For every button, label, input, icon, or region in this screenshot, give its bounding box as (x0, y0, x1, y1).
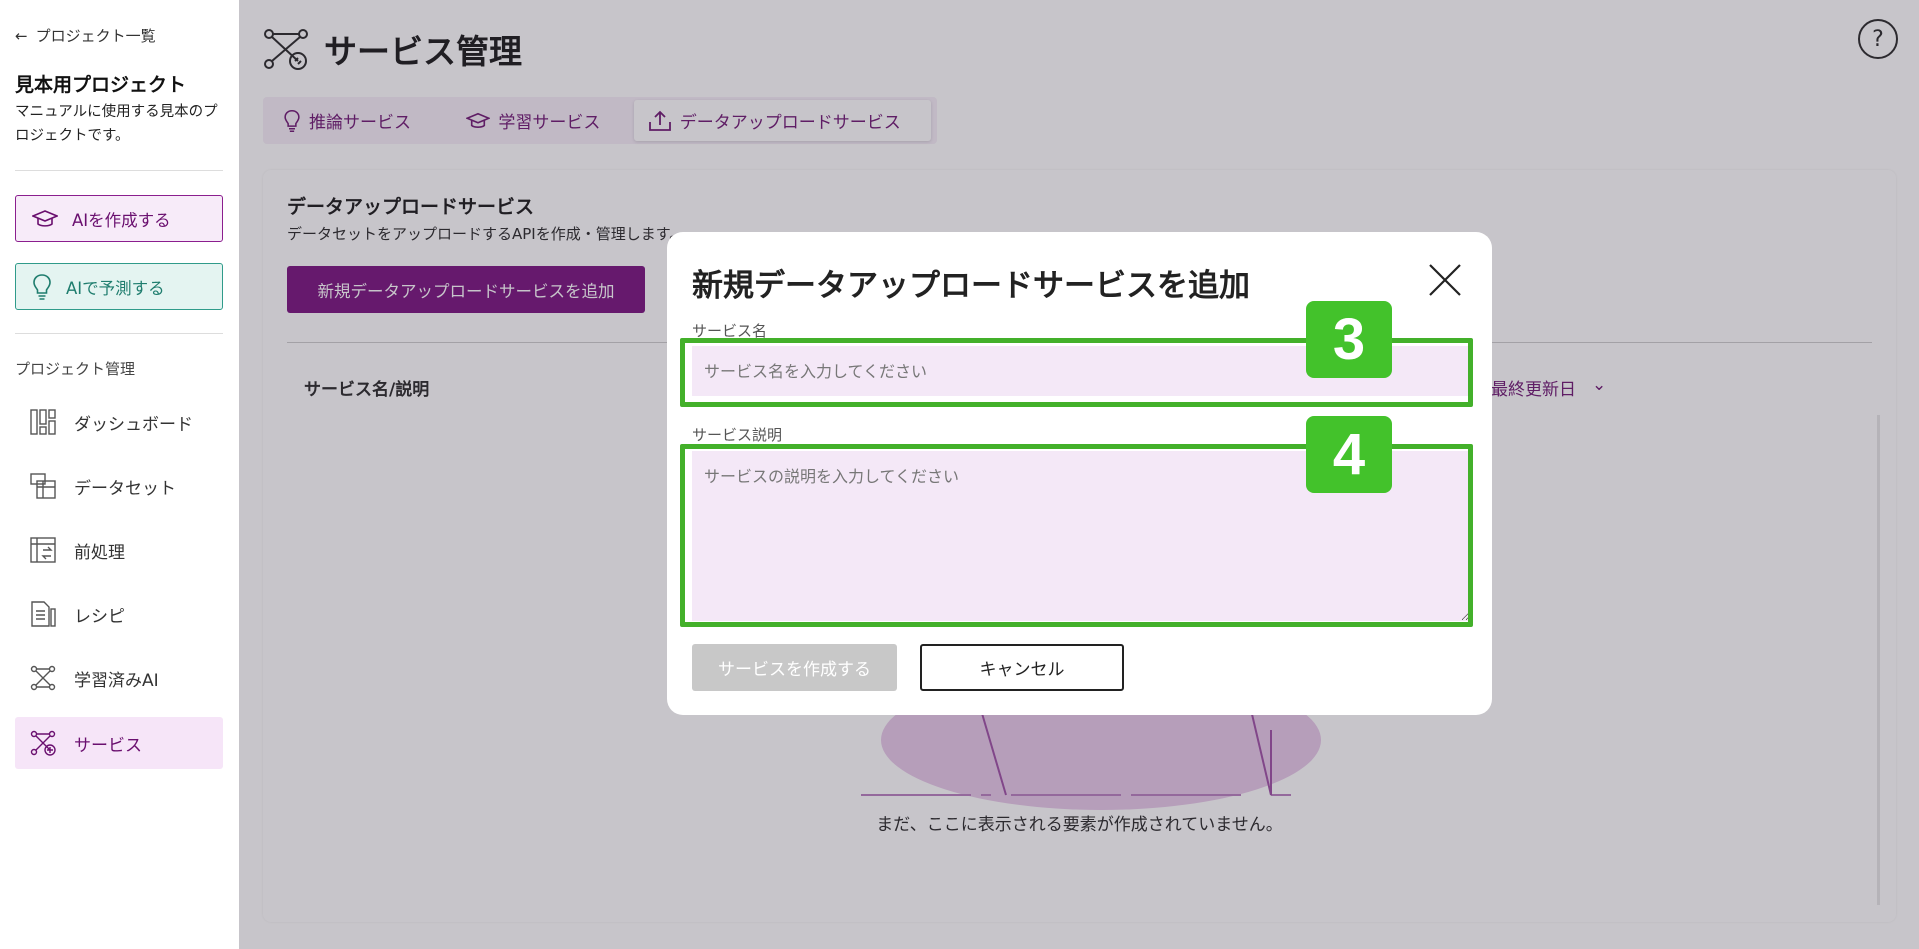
lightbulb-icon (33, 273, 51, 300)
service-description-label: サービス説明 (692, 426, 783, 444)
dashboard-icon (28, 407, 58, 437)
create-service-button[interactable]: サービスを作成する (692, 644, 897, 691)
sidebar-divider (15, 333, 223, 334)
sidebar-item-dashboard[interactable]: ダッシュボード (15, 396, 223, 448)
service-name-label: サービス名 (692, 322, 768, 340)
sidebar-divider (15, 170, 223, 171)
step-badge-4: 4 (1306, 416, 1392, 493)
sidebar-item-label: 学習済みAI (74, 670, 159, 691)
predict-ai-label: AIで予測する (66, 278, 165, 298)
project-description: マニュアルに使用する見本のプロジェクトです。 (15, 104, 218, 144)
preprocess-icon (28, 535, 58, 565)
step-badge-3: 3 (1306, 301, 1392, 378)
dataset-icon (28, 471, 58, 501)
sidebar-item-dataset[interactable]: データセット (15, 460, 223, 512)
create-ai-button[interactable]: AIを作成する (15, 195, 223, 242)
cancel-button[interactable]: キャンセル (920, 644, 1124, 691)
sidebar-item-label: データセット (74, 478, 176, 499)
sidebar-item-label: サービス (74, 735, 142, 756)
sidebar-item-preprocess[interactable]: 前処理 (15, 524, 223, 576)
arrow-left-icon: ← (15, 26, 28, 45)
close-icon[interactable] (1427, 262, 1463, 298)
sidebar-item-trained-ai[interactable]: 学習済みAI (15, 652, 223, 704)
project-management-heading: プロジェクト管理 (15, 360, 136, 378)
sidebar-item-service[interactable]: サービス (15, 717, 223, 769)
recipe-icon (28, 599, 58, 629)
graduation-cap-icon (32, 209, 58, 227)
dialog-title: 新規データアップロードサービスを追加 (692, 268, 1250, 304)
sidebar: ← プロジェクト一覧 見本用プロジェクト マニュアルに使用する見本のプロジェクト… (0, 0, 239, 949)
sidebar-item-label: 前処理 (74, 542, 125, 563)
project-title: 見本用プロジェクト (15, 74, 187, 96)
sidebar-item-label: ダッシュボード (74, 414, 193, 435)
back-to-projects-link[interactable]: ← プロジェクト一覧 (15, 25, 156, 46)
back-link-label: プロジェクト一覧 (35, 27, 156, 45)
trained-ai-icon (28, 663, 58, 693)
app-root: ← プロジェクト一覧 見本用プロジェクト マニュアルに使用する見本のプロジェクト… (0, 0, 1919, 949)
sidebar-item-recipe[interactable]: レシピ (15, 588, 223, 640)
create-ai-label: AIを作成する (72, 210, 171, 230)
service-icon (28, 728, 58, 758)
predict-ai-button[interactable]: AIで予測する (15, 263, 223, 310)
sidebar-item-label: レシピ (74, 606, 125, 627)
